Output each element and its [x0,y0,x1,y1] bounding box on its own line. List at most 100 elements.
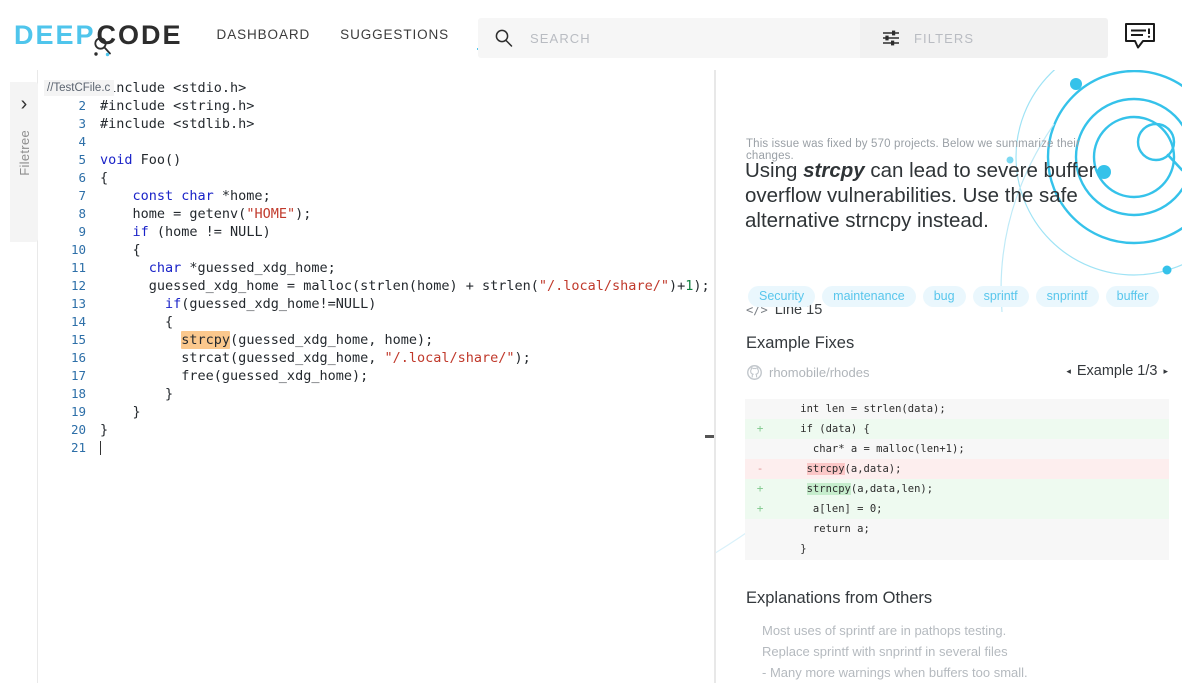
tag-pill[interactable]: Security [748,286,815,307]
code-token: "HOME" [246,206,295,222]
diff-code: return a; [775,519,870,539]
filters-button[interactable]: FILTERS [860,18,1108,58]
diff-code-pre [775,483,807,495]
line-number: 20 [38,421,100,439]
code-line-content [100,439,101,457]
code-line-content: home = getenv("HOME"); [100,205,311,223]
line-number: 17 [38,367,100,385]
code-line-content: #include <stdio.h> [100,79,246,97]
tag-pill[interactable]: sprintf [973,286,1029,307]
filters-label: FILTERS [914,31,974,46]
code-line-content: { [100,241,141,259]
explanation-line: Most uses of sprintf are in pathops test… [762,620,1162,641]
code-line[interactable]: 15 strcpy(guessed_xdg_home, home); [38,331,714,349]
file-name-chip: //TestCFile.c [44,80,114,96]
code-line[interactable]: 8 home = getenv("HOME"); [38,205,714,223]
diff-line: + a[len] = 0; [745,499,1169,519]
code-line-content: void Foo() [100,151,181,169]
tag-pill[interactable]: buffer [1106,286,1160,307]
diff-code: if (data) { [775,419,870,439]
code-line-content: const char *home; [100,187,271,205]
code-line[interactable]: 3#include <stdlib.h> [38,115,714,133]
code-editor[interactable]: 1#include <stdio.h>2#include <string.h>3… [38,70,714,683]
code-line[interactable]: 19 } [38,403,714,421]
diff-code-post: (a,data,len); [851,483,933,495]
code-line[interactable]: 9 if (home != NULL) [38,223,714,241]
diff-line: - strcpy(a,data); [745,459,1169,479]
code-token: (guessed_xdg_home!=NULL) [181,296,376,312]
code-token [100,332,181,348]
code-line[interactable]: 13 if(guessed_xdg_home!=NULL) [38,295,714,313]
tag-pill[interactable]: bug [923,286,966,307]
diff-sign: + [745,499,775,519]
code-line-content: strcpy(guessed_xdg_home, home); [100,331,433,349]
example-next-arrow[interactable]: ▸ [1163,367,1168,376]
search-input[interactable] [528,20,858,56]
headline-prefix: Using [745,159,803,182]
code-line[interactable]: 16 strcat(guessed_xdg_home, "/.local/sha… [38,349,714,367]
explanation-line: Replace sprintf with snprintf in several… [762,641,1162,662]
line-number: 21 [38,439,100,457]
code-line[interactable]: 14 { [38,313,714,331]
code-token: free(guessed_xdg_home); [100,368,368,384]
diff-code-pre: return a; [775,523,870,535]
text-caret [100,441,101,455]
diff-code: char* a = malloc(len+1); [775,439,965,459]
explanation-line: - Many more warnings when buffers too sm… [762,662,1162,683]
line-number: 16 [38,349,100,367]
code-line[interactable]: 4 [38,133,714,151]
code-token: { [100,242,141,258]
code-line[interactable]: 10 { [38,241,714,259]
logo-magnifier-icon [92,35,114,57]
code-line-content: } [100,403,141,421]
tag-pill[interactable]: maintenance [822,286,916,307]
code-line-content: free(guessed_xdg_home); [100,367,368,385]
line-number: 4 [38,133,100,151]
line-number: 10 [38,241,100,259]
search-icon [494,28,514,48]
code-token: const char [133,188,214,204]
line-number: 9 [38,223,100,241]
diff-line: int len = strlen(data); [745,399,1169,419]
brand-logo[interactable]: DEEP CODE [14,20,183,51]
tag-list: Security maintenance bug sprintf snprintf buf… [748,286,1159,307]
code-line[interactable]: 17 free(guessed_xdg_home); [38,367,714,385]
repo-link[interactable]: rhomobile/rhodes [747,365,869,380]
code-line[interactable]: 12 guessed_xdg_home = malloc(strlen(home… [38,277,714,295]
line-number: 5 [38,151,100,169]
code-token [100,188,133,204]
code-line[interactable]: 7 const char *home; [38,187,714,205]
nav-item-dashboard[interactable]: DASHBOARD [215,23,313,48]
filetree-toggle[interactable]: › Filetree [10,82,38,242]
code-line[interactable]: 18 } [38,385,714,403]
line-number: 3 [38,115,100,133]
code-line[interactable]: 5void Foo() [38,151,714,169]
code-line-content: char *guessed_xdg_home; [100,259,336,277]
code-line-content: if (home != NULL) [100,223,271,241]
code-line-content: } [100,421,108,439]
code-line-content: #include <stdlib.h> [100,115,254,133]
nav-item-suggestions[interactable]: SUGGESTIONS [338,23,451,48]
code-token: (home != NULL) [149,224,271,240]
code-token: ); [515,350,531,366]
feedback-button[interactable] [1124,22,1156,50]
filter-sliders-icon [882,29,900,47]
diff-sign [745,399,775,419]
code-line[interactable]: 2#include <string.h> [38,97,714,115]
example-prev-arrow[interactable]: ◂ [1066,367,1071,376]
diff-line: + strncpy(a,data,len); [745,479,1169,499]
tag-pill[interactable]: snprintf [1036,286,1099,307]
diff-code-pre: a[len] = 0; [775,503,882,515]
code-line[interactable]: 6{ [38,169,714,187]
code-token: } [100,404,141,420]
code-line[interactable]: 11 char *guessed_xdg_home; [38,259,714,277]
code-line[interactable]: 21 [38,439,714,457]
line-number: 7 [38,187,100,205]
explanations-title: Explanations from Others [746,589,932,608]
code-line[interactable]: 20} [38,421,714,439]
explanations-list: Most uses of sprintf are in pathops test… [762,620,1162,683]
diff-line: + if (data) { [745,419,1169,439]
line-number: 8 [38,205,100,223]
diff-code: int len = strlen(data); [775,399,946,419]
code-line[interactable]: 1#include <stdio.h> [38,79,714,97]
